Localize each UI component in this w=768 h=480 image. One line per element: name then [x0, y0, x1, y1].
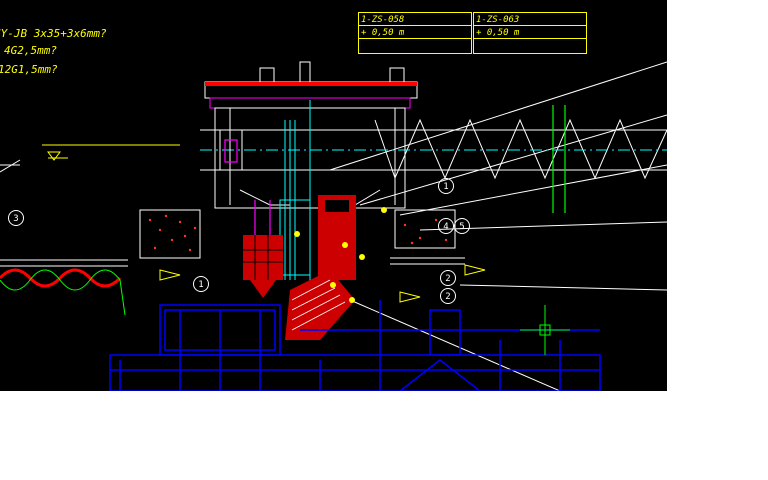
callout-balloon[interactable]: 2	[440, 270, 456, 286]
support-structure	[109, 300, 601, 391]
tag-value: + 0,50 m	[361, 28, 405, 38]
center-shaft	[279, 100, 311, 290]
cable-note: 12G1,5mm?	[0, 63, 58, 76]
callout-balloon[interactable]: 5	[454, 218, 470, 234]
tag-id: 1-ZS-058	[361, 15, 405, 25]
left-floor	[0, 159, 201, 316]
callout-balloon[interactable]: 1	[438, 178, 454, 194]
callout-balloon[interactable]: 4	[438, 218, 454, 234]
flange-top	[205, 82, 417, 86]
cable-note: CY-JB 3x35+3x6mm?	[0, 27, 107, 40]
screw-conveyor	[200, 118, 667, 180]
tag-id: 1-ZS-063	[476, 15, 520, 25]
crosshair-cursor	[520, 305, 570, 355]
tag-box-1-zs-063[interactable]: 1-ZS-063 + 0,50 m	[473, 12, 587, 54]
tag-value: + 0,50 m	[476, 28, 520, 38]
level-marker	[42, 144, 180, 161]
callout-balloon[interactable]: 3	[8, 210, 24, 226]
cable-note: 4G2,5mm?	[4, 44, 57, 57]
callout-balloon[interactable]: 1	[193, 276, 209, 292]
callout-balloon[interactable]: 2	[440, 288, 456, 304]
cad-viewport[interactable]: 3 1 1 4 5 2 2 CY-JB 3x35+3x6mm? 4G2,5mm?…	[0, 0, 667, 391]
cad-drawing	[0, 61, 667, 391]
tag-box-1-zs-058[interactable]: 1-ZS-058 + 0,50 m	[358, 12, 472, 54]
right-floor	[390, 209, 465, 265]
section-marks	[552, 105, 566, 213]
